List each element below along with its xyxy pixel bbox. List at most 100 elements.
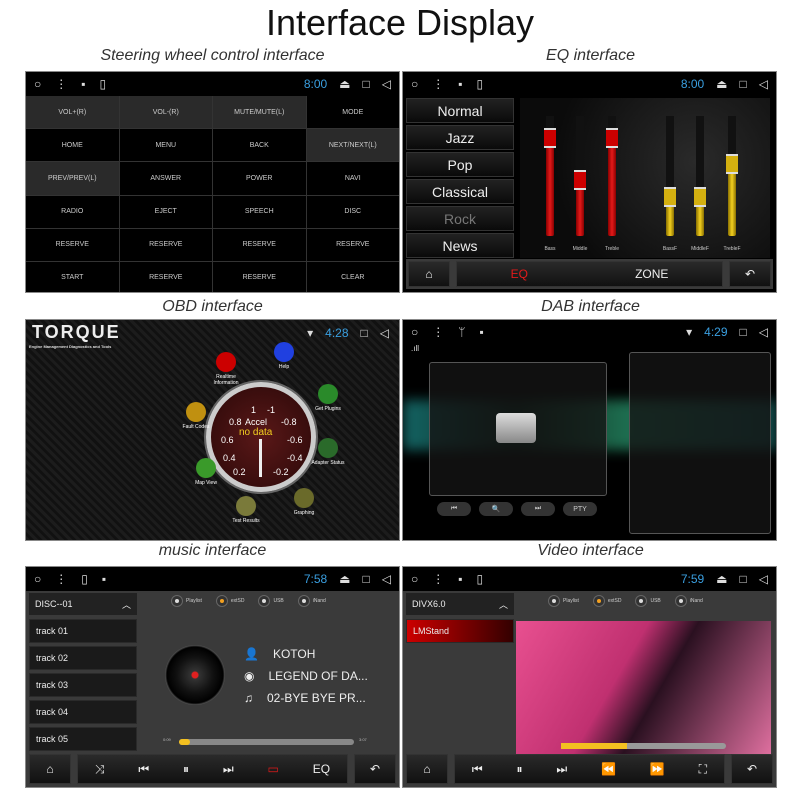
eq-button[interactable]: EQ	[313, 762, 330, 776]
source-option[interactable]: iNand	[674, 595, 703, 607]
source-option[interactable]: iNand	[297, 595, 326, 607]
folder-header[interactable]: DISC--01 ︿	[29, 593, 137, 615]
home-circle-icon[interactable]: ○	[34, 77, 41, 91]
steering-button[interactable]: DISC	[306, 195, 399, 228]
back-icon[interactable]: ◁	[759, 325, 768, 339]
home-circle-icon[interactable]: ○	[411, 77, 418, 91]
slider-knob[interactable]	[574, 170, 586, 190]
prev-icon[interactable]: ⏮	[138, 762, 149, 777]
recents-icon[interactable]: □	[740, 77, 747, 91]
steering-button[interactable]: MENU	[119, 129, 212, 162]
eq-preset-button[interactable]: Pop	[406, 152, 514, 177]
next-button[interactable]: ⏭	[521, 502, 555, 516]
home-circle-icon[interactable]: ○	[34, 572, 41, 586]
steering-button[interactable]: SPEECH	[213, 195, 306, 228]
slider-knob[interactable]	[544, 128, 556, 149]
source-option[interactable]: USB	[258, 595, 284, 607]
menu-dots-icon[interactable]: ⋮	[432, 77, 444, 91]
back-icon[interactable]: ◁	[382, 77, 391, 91]
pause-icon[interactable]: ⏸	[183, 762, 189, 777]
search-button[interactable]: 🔍	[479, 502, 513, 516]
obd-menu-item[interactable]: Map View	[186, 458, 226, 486]
eq-preset-button[interactable]: Normal	[406, 98, 514, 123]
steering-button[interactable]: CLEAR	[306, 261, 399, 292]
slider-knob[interactable]	[726, 153, 738, 174]
home-button[interactable]: ⌂	[406, 754, 448, 784]
back-icon[interactable]: ◁	[380, 326, 389, 340]
steering-button[interactable]: MODE	[306, 96, 399, 129]
video-player[interactable]	[516, 621, 771, 757]
folder-header[interactable]: DIVX6.0 ︿	[406, 593, 514, 615]
steering-button[interactable]: BACK	[213, 129, 306, 162]
home-button[interactable]: ⌂	[408, 261, 450, 287]
steering-button[interactable]: START	[26, 261, 119, 292]
recents-icon[interactable]: □	[740, 572, 747, 586]
track-item[interactable]: track 03	[29, 673, 137, 697]
eject-icon[interactable]: ⏏	[339, 77, 350, 91]
steering-button[interactable]: RADIO	[26, 195, 119, 228]
steering-button[interactable]: RESERVE	[213, 228, 306, 261]
repeat-icon[interactable]: ▭	[268, 762, 279, 776]
slider-knob[interactable]	[694, 186, 706, 207]
progress-bar[interactable]	[179, 739, 354, 745]
menu-dots-icon[interactable]: ⋮	[55, 77, 67, 91]
source-option[interactable]: Playlist	[171, 595, 202, 607]
home-circle-icon[interactable]: ○	[411, 325, 418, 339]
steering-button[interactable]: RESERVE	[26, 228, 119, 261]
obd-menu-item[interactable]: Test Results	[226, 496, 266, 524]
steering-button[interactable]: VOL-(R)	[119, 96, 212, 129]
steering-button[interactable]: VOL+(R)	[26, 96, 119, 129]
eject-icon[interactable]: ⏏	[339, 572, 350, 586]
eq-preset-button[interactable]: Classical	[406, 179, 514, 204]
next-icon[interactable]: ⏭	[556, 762, 567, 777]
eq-preset-button[interactable]: News	[406, 233, 514, 258]
steering-button[interactable]: RESERVE	[213, 261, 306, 292]
shuffle-icon[interactable]: ⤨	[95, 762, 105, 777]
eject-icon[interactable]: ⏏	[716, 572, 727, 586]
obd-menu-item[interactable]: Realtime Information	[206, 352, 246, 386]
steering-button[interactable]: POWER	[213, 162, 306, 195]
steering-button[interactable]: EJECT	[119, 195, 212, 228]
steering-button[interactable]: MUTE/MUTE(L)	[213, 96, 306, 129]
return-button[interactable]: ↶	[731, 754, 773, 784]
back-icon[interactable]: ◁	[759, 77, 768, 91]
track-item[interactable]: track 04	[29, 700, 137, 724]
fast-forward-icon[interactable]: ⏩	[650, 762, 665, 776]
obd-menu-item[interactable]: Help	[264, 342, 304, 370]
steering-button[interactable]: RESERVE	[119, 261, 212, 292]
source-option[interactable]: USB	[635, 595, 661, 607]
track-item[interactable]: track 01	[29, 619, 137, 643]
steering-button[interactable]: HOME	[26, 129, 119, 162]
source-option[interactable]: Playlist	[548, 595, 579, 607]
obd-menu-item[interactable]: Get Plugins	[308, 384, 348, 412]
tab-eq[interactable]: EQ	[511, 267, 528, 281]
fullscreen-icon[interactable]: ⛶	[699, 762, 707, 777]
obd-menu-item[interactable]: Fault Codes	[176, 402, 216, 430]
track-item[interactable]: track 02	[29, 646, 137, 670]
next-icon[interactable]: ⏭	[223, 762, 234, 777]
steering-button[interactable]: ANSWER	[119, 162, 212, 195]
tab-zone[interactable]: ZONE	[635, 267, 668, 281]
video-item[interactable]: LMStand	[406, 619, 514, 643]
eq-preset-button[interactable]: Rock	[406, 206, 514, 231]
menu-dots-icon[interactable]: ⋮	[432, 325, 444, 339]
return-button[interactable]: ↶	[729, 261, 771, 287]
back-icon[interactable]: ◁	[759, 572, 768, 586]
menu-dots-icon[interactable]: ⋮	[432, 572, 444, 586]
steering-button[interactable]: RESERVE	[306, 228, 399, 261]
slider-knob[interactable]	[606, 128, 618, 149]
home-circle-icon[interactable]: ○	[411, 572, 418, 586]
pty-button[interactable]: PTY	[563, 502, 597, 516]
pause-icon[interactable]: ⏸	[517, 762, 523, 777]
eq-preset-button[interactable]: Jazz	[406, 125, 514, 150]
slider-knob[interactable]	[664, 186, 676, 207]
return-button[interactable]: ↶	[354, 754, 396, 784]
progress-bar[interactable]	[561, 743, 726, 749]
home-button[interactable]: ⌂	[29, 754, 71, 784]
source-option[interactable]: extSD	[215, 595, 244, 607]
back-icon[interactable]: ◁	[382, 572, 391, 586]
steering-button[interactable]: NAVI	[306, 162, 399, 195]
recents-icon[interactable]: □	[363, 77, 370, 91]
obd-menu-item[interactable]: Adapter Status	[308, 438, 348, 466]
steering-button[interactable]: RESERVE	[119, 228, 212, 261]
